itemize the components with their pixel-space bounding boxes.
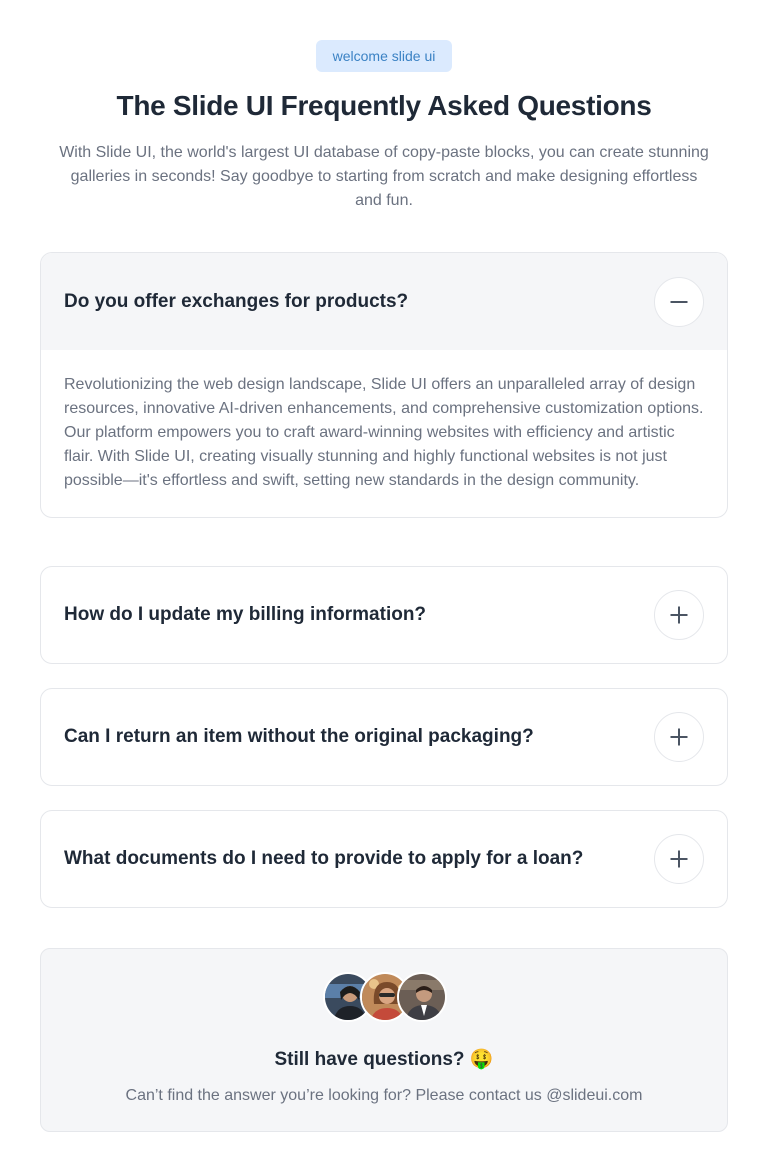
- faq-item-return: Can I return an item without the origina…: [40, 688, 728, 786]
- plus-icon[interactable]: [654, 834, 704, 884]
- avatar-group: [323, 972, 447, 1024]
- page-title: The Slide UI Frequently Asked Questions: [116, 90, 652, 121]
- faq-question-text: How do I update my billing information?: [64, 604, 427, 625]
- welcome-badge: welcome slide ui: [316, 40, 452, 72]
- support-title: Still have questions? 🤑: [274, 1049, 494, 1070]
- avatar: [397, 972, 447, 1022]
- faq-question-button[interactable]: What documents do I need to provide to a…: [41, 811, 727, 907]
- faq-answer-text: Revolutionizing the web design landscape…: [64, 376, 704, 489]
- faq-question-button[interactable]: How do I update my billing information?: [41, 567, 727, 663]
- support-card: Still have questions? 🤑 Can’t find the a…: [40, 948, 728, 1132]
- faq-item-billing: How do I update my billing information?: [40, 566, 728, 664]
- faq-question-text: Can I return an item without the origina…: [64, 726, 534, 747]
- support-contact-text: Can’t find the answer you’re looking for…: [125, 1087, 643, 1104]
- intro-text: With Slide UI, the world's largest UI da…: [59, 144, 709, 209]
- faq-item-loan: What documents do I need to provide to a…: [40, 810, 728, 908]
- faq-question-button[interactable]: Do you offer exchanges for products?: [41, 253, 727, 350]
- minus-icon[interactable]: [654, 276, 704, 327]
- faq-question-text: Do you offer exchanges for products?: [64, 290, 409, 312]
- faq-question-text: What documents do I need to provide to a…: [64, 848, 584, 869]
- faq-question-button[interactable]: Can I return an item without the origina…: [41, 689, 727, 785]
- plus-icon[interactable]: [654, 712, 704, 762]
- plus-icon[interactable]: [654, 590, 704, 640]
- faq-item-exchanges: Do you offer exchanges for products? Rev…: [40, 252, 728, 518]
